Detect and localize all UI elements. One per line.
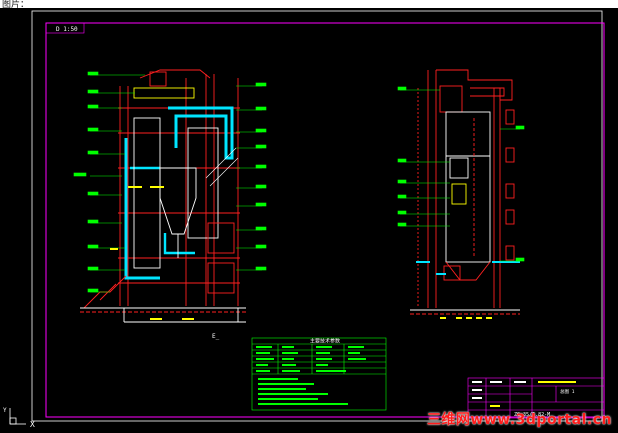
table-cells [256, 346, 366, 405]
sheet-tag: D 1:50 [56, 26, 78, 33]
cad-drawing-canvas[interactable]: D 1:50 E_ 主要技术参数 总图 1 ZG-35/3.82-M Y X [0, 8, 618, 433]
ucs-x: X [30, 420, 35, 429]
drawing-frame [45, 22, 605, 418]
right-leaders-front [236, 82, 267, 271]
foundation-marks [440, 317, 492, 319]
ucs-y: Y [3, 407, 7, 414]
sheet-name: 总图 1 [560, 388, 575, 395]
svg-text:E_: E_ [212, 333, 220, 340]
ucs-icon [9, 408, 26, 425]
watermark: 三维网www.3dportal.cn [426, 412, 612, 428]
side-leaders [397, 86, 525, 262]
table-title: 主要技术参数 [310, 338, 340, 345]
side-elevation [410, 69, 520, 315]
cad-drawing: D 1:50 E_ 主要技术参数 总图 1 ZG-35/3.82-M Y X [3, 10, 605, 429]
